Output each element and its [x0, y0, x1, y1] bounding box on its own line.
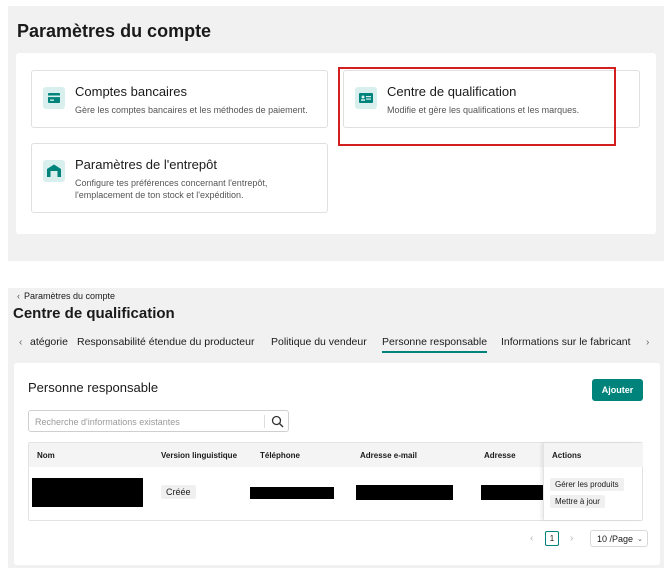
redacted-email	[356, 485, 453, 500]
highlight-annotation-box	[338, 67, 616, 146]
warehouse-settings-card[interactable]: Paramètres de l'entrepôt Configure tes p…	[31, 143, 328, 213]
chevron-left-icon: ‹	[17, 291, 20, 301]
tab-scroll-right-icon[interactable]: ›	[646, 337, 649, 348]
card-description-line: Configure tes préférences concernant l'e…	[75, 178, 268, 188]
search-box[interactable]	[28, 410, 289, 432]
previous-page-icon[interactable]: ‹	[530, 533, 533, 544]
search-icon[interactable]	[271, 415, 284, 433]
tab-manufacturer-info[interactable]: Informations sur le fabricant	[501, 336, 631, 348]
column-header-phone: Téléphone	[260, 451, 301, 460]
column-header-address: Adresse	[484, 451, 516, 460]
account-settings-title: Paramètres du compte	[17, 21, 212, 41]
tab-responsible-person[interactable]: Personne responsable	[382, 336, 488, 353]
tab-extended-producer-responsibility[interactable]: Responsabilité étendue du producteur	[77, 336, 254, 348]
responsible-person-table: Nom Version linguistique Téléphone Adres…	[28, 442, 643, 521]
search-input[interactable]	[35, 414, 255, 429]
bank-accounts-card[interactable]: Comptes bancaires Gère les comptes banca…	[31, 70, 328, 128]
card-description: Configure tes préférences concernant l'e…	[75, 177, 267, 201]
column-header-name: Nom	[37, 451, 55, 460]
page-size-select[interactable]: 10 /Page ⌄	[590, 530, 648, 547]
actions-column: Actions Gérer les produits Mettre à jour	[543, 443, 643, 520]
update-button[interactable]: Mettre à jour	[550, 495, 605, 508]
manage-products-button[interactable]: Gérer les produits	[550, 478, 624, 491]
column-header-actions: Actions	[552, 451, 582, 460]
bank-card-icon	[43, 87, 65, 109]
column-header-language-version: Version linguistique	[161, 451, 238, 460]
card-description: Gère les comptes bancaires et les méthod…	[75, 105, 308, 115]
section-title: Personne responsable	[28, 380, 159, 395]
tab-bar: ‹ atégorie Responsabilité étendue du pro…	[8, 335, 664, 355]
redacted-name	[32, 478, 143, 507]
card-description-line: l'emplacement de ton stock et l'expéditi…	[75, 190, 244, 200]
tab-category[interactable]: atégorie	[30, 336, 68, 348]
responsible-person-section: Personne responsable Ajouter Nom Version…	[14, 363, 660, 565]
page-number-current[interactable]: 1	[545, 531, 559, 546]
status-badge: Créée	[161, 485, 196, 499]
actions-header: Actions	[544, 443, 643, 467]
qualification-center-panel: ‹ Paramètres du compte Centre de qualifi…	[8, 288, 664, 568]
page-title: Centre de qualification	[13, 305, 175, 322]
column-header-email: Adresse e-mail	[360, 451, 417, 460]
breadcrumb-link[interactable]: Paramètres du compte	[24, 291, 115, 301]
warehouse-icon	[43, 160, 65, 182]
redacted-phone	[250, 487, 334, 499]
breadcrumb[interactable]: ‹ Paramètres du compte	[17, 291, 115, 301]
next-page-icon[interactable]: ›	[570, 533, 573, 544]
page-size-value: 10 /Page	[597, 533, 634, 544]
redacted-address	[481, 485, 543, 500]
search-divider	[264, 415, 265, 428]
tab-seller-policy[interactable]: Politique du vendeur	[271, 336, 367, 348]
card-title: Paramètres de l'entrepôt	[75, 157, 217, 172]
card-title: Comptes bancaires	[75, 84, 187, 99]
add-button[interactable]: Ajouter	[592, 379, 643, 401]
tab-scroll-left-icon[interactable]: ‹	[19, 337, 22, 348]
chevron-down-icon: ⌄	[637, 535, 643, 543]
